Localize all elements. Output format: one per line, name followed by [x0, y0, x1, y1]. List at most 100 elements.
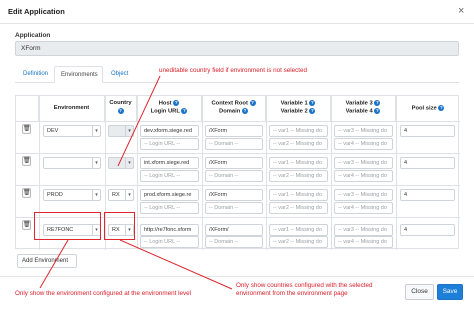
header-variable3-label: Variable 3 [345, 100, 373, 107]
chevron-down-icon: ▾ [92, 158, 100, 168]
variable1-field[interactable]: -- var1 -- Missing do [269, 224, 328, 236]
info-circle-icon[interactable]: ? [309, 100, 316, 106]
annotation-highlight-environment [34, 212, 101, 240]
country-select[interactable]: RX ▾ [108, 189, 134, 201]
edit-application-dialog: Edit Application × Application XForm Def… [0, 0, 474, 310]
header-domain-label: Domain [219, 108, 241, 115]
row-divider [16, 121, 460, 122]
variable4-field[interactable]: -- var4 -- Missing do [334, 170, 393, 182]
domain-field[interactable]: -- Domain -- [205, 138, 263, 150]
info-circle-icon[interactable]: ? [374, 100, 381, 106]
variable2-field[interactable]: -- var2 -- Missing do [269, 170, 328, 182]
info-circle-icon[interactable]: ? [249, 100, 256, 106]
row-divider [16, 185, 460, 186]
variable1-field[interactable]: -- var1 -- Missing do [269, 157, 328, 169]
variable4-field[interactable]: -- var4 -- Missing do [334, 236, 393, 248]
variable3-field[interactable]: -- var3 -- Missing do [334, 125, 393, 137]
login-url-field[interactable]: -- Login URL -- [140, 202, 199, 214]
info-circle-icon[interactable]: ? [438, 105, 445, 111]
annotation-environment-filter: Only show the environment configured at … [15, 290, 192, 297]
tab-environments[interactable]: Environments [54, 66, 103, 83]
login-url-field[interactable]: -- Login URL -- [140, 170, 199, 182]
chevron-down-icon: ▾ [92, 126, 100, 136]
column-divider [396, 96, 397, 250]
save-button[interactable]: Save [437, 284, 463, 300]
annotation-country-uneditable: uneditable country field if environment … [159, 67, 308, 74]
application-label: Application [15, 32, 51, 39]
country-select: ▾ [108, 157, 134, 169]
pool-size-field[interactable]: 4 [400, 157, 455, 169]
pool-size-field[interactable]: 4 [400, 224, 455, 236]
variable3-field[interactable]: -- var3 -- Missing do [334, 157, 393, 169]
variable2-field[interactable]: -- var2 -- Missing do [269, 236, 328, 248]
annotation-country-filter-line2: environment from the environment page [236, 290, 348, 297]
host-field[interactable]: http://re7fonc.xform [140, 224, 199, 236]
info-circle-icon[interactable]: ? [309, 108, 316, 115]
pool-size-field[interactable]: 4 [400, 189, 455, 201]
header-variables-1-2: Variable 1 ? Variable 2 ? [266, 96, 331, 121]
context-root-field[interactable]: /XForm/ [205, 224, 263, 236]
column-divider [331, 96, 332, 250]
country-select: ▾ [108, 125, 134, 137]
application-name-field: XForm [15, 41, 459, 56]
variable4-field[interactable]: -- var4 -- Missing do [334, 138, 393, 150]
header-country-label: Country [109, 100, 132, 106]
trash-icon[interactable]: 🗑 [22, 156, 31, 166]
close-icon[interactable]: × [458, 5, 464, 17]
variable2-field[interactable]: -- var2 -- Missing do [269, 202, 328, 214]
context-root-field[interactable]: /XForm [205, 125, 263, 137]
variable4-field[interactable]: -- var4 -- Missing do [334, 202, 393, 214]
variable3-field[interactable]: -- var3 -- Missing do [334, 189, 393, 201]
trash-icon[interactable]: 🗑 [22, 188, 31, 198]
dialog-header: Edit Application × [0, 0, 474, 24]
annotation-country-filter-line1: Only show countries configured with the … [236, 282, 373, 289]
domain-field[interactable]: -- Domain -- [205, 236, 263, 248]
login-url-field[interactable]: -- Login URL -- [140, 236, 199, 248]
header-actions [16, 96, 39, 121]
host-field[interactable]: int.xform.siege.red [140, 157, 199, 169]
info-circle-icon[interactable]: ? [173, 100, 180, 106]
close-button[interactable]: Close [405, 284, 434, 300]
header-environment-label: Environment [53, 105, 90, 111]
trash-icon[interactable]: 🗑 [22, 124, 31, 134]
country-value: RX [112, 192, 120, 198]
trash-icon[interactable]: 🗑 [22, 220, 31, 230]
pool-size-field[interactable]: 4 [400, 125, 455, 137]
header-host-label: Host [158, 100, 172, 107]
header-variable4-label: Variable 4 [345, 108, 373, 115]
row-divider [16, 153, 460, 154]
variable3-field[interactable]: -- var3 -- Missing do [334, 224, 393, 236]
info-circle-icon[interactable]: ? [241, 108, 248, 115]
info-circle-icon[interactable]: ? [374, 108, 381, 115]
info-circle-icon[interactable]: ? [117, 107, 124, 114]
add-environment-button[interactable]: Add Environment [17, 254, 77, 268]
chevron-down-icon: ▾ [125, 158, 133, 168]
domain-field[interactable]: -- Domain -- [205, 202, 263, 214]
chevron-down-icon: ▾ [92, 190, 100, 200]
tab-object[interactable]: Object [105, 66, 134, 83]
environment-value: DEV [47, 128, 59, 134]
column-divider [202, 96, 203, 250]
host-field[interactable]: prod.xform.siege.re [140, 189, 199, 201]
header-pool-size: Pool size ? [396, 96, 460, 121]
tab-definition[interactable]: Definition [17, 66, 54, 83]
variable2-field[interactable]: -- var2 -- Missing do [269, 138, 328, 150]
host-field[interactable]: dev.xform.siege.red [140, 125, 199, 137]
context-root-field[interactable]: /XForm [205, 157, 263, 169]
environment-select[interactable]: ▾ [43, 157, 101, 169]
variable1-field[interactable]: -- var1 -- Missing do [269, 125, 328, 137]
context-root-field[interactable]: /XForm [205, 189, 263, 201]
header-variable1-label: Variable 1 [280, 100, 308, 107]
domain-field[interactable]: -- Domain -- [205, 170, 263, 182]
variable1-field[interactable]: -- var1 -- Missing do [269, 189, 328, 201]
header-login-url-label: Login URL [150, 108, 180, 115]
column-divider [266, 96, 267, 250]
environment-select[interactable]: PROD ▾ [43, 189, 101, 201]
column-divider [137, 96, 138, 250]
header-variable2-label: Variable 2 [280, 108, 308, 115]
header-country: Country? [105, 96, 137, 121]
login-url-field[interactable]: -- Login URL -- [140, 138, 199, 150]
environment-value: PROD [47, 192, 63, 198]
environment-select[interactable]: DEV ▾ [43, 125, 101, 137]
info-circle-icon[interactable]: ? [181, 108, 188, 115]
